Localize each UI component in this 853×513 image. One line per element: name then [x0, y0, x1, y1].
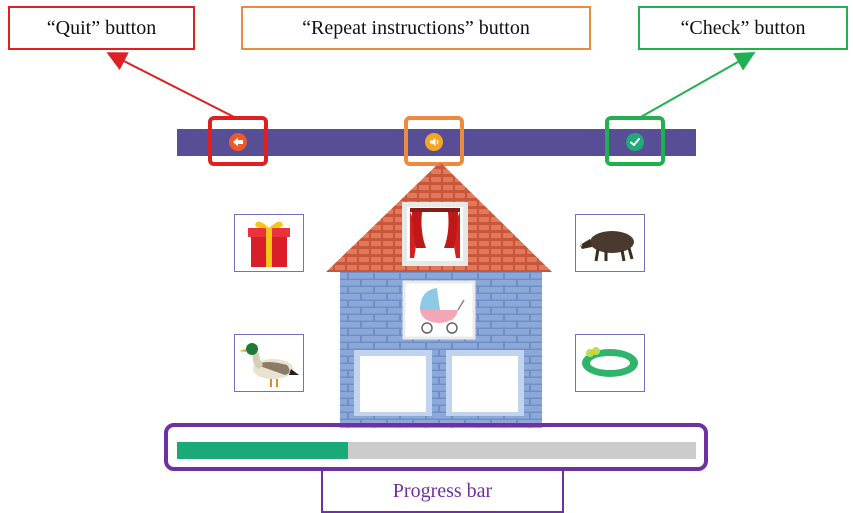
duck-icon [239, 343, 299, 387]
repeat-callout: “Repeat instructions” button [241, 6, 591, 50]
check-callout: “Check” button [638, 6, 848, 50]
quit-button[interactable] [229, 133, 247, 151]
ring-icon [582, 347, 638, 377]
card-boar[interactable] [575, 214, 645, 272]
check-arrow [638, 52, 756, 119]
quit-callout-text: “Quit” button [46, 16, 157, 39]
checkmark-icon [630, 138, 640, 146]
progress-callout: Progress bar [321, 469, 564, 513]
repeat-callout-text: “Repeat instructions” button [302, 16, 530, 39]
card-ring[interactable] [575, 334, 645, 392]
check-callout-text: “Check” button [680, 16, 806, 39]
arrow-left-icon [233, 137, 243, 147]
progress-bar [177, 442, 696, 459]
speaker-icon [430, 138, 439, 146]
quit-callout: “Quit” button [8, 6, 195, 50]
progress-callout-text: Progress bar [392, 479, 493, 502]
house [326, 162, 552, 428]
progress-fill [177, 442, 349, 459]
card-gift[interactable] [234, 214, 304, 272]
check-button[interactable] [626, 133, 644, 151]
boar-icon [579, 231, 634, 262]
repeat-instructions-button[interactable] [425, 133, 443, 151]
card-duck[interactable] [234, 334, 304, 392]
quit-arrow [106, 52, 237, 119]
gift-box-icon [248, 221, 290, 267]
